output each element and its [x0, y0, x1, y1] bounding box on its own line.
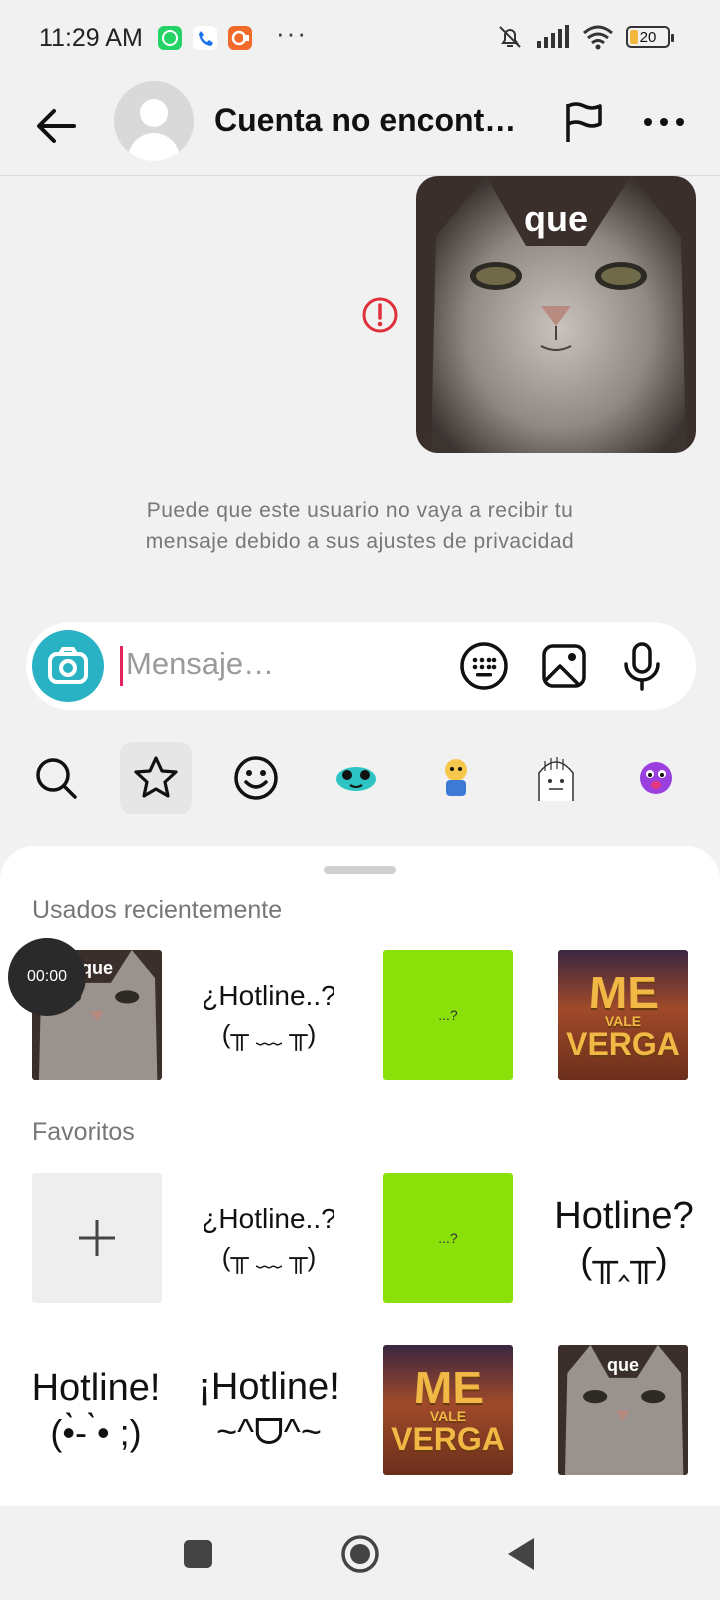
sticker-text-line1: Hotline! — [31, 1366, 161, 1409]
tab-sticker-pack-4[interactable] — [620, 742, 692, 814]
mute-bell-icon — [499, 26, 521, 48]
tab-sticker-pack-2[interactable] — [420, 742, 492, 814]
sticker-text-line2: (╥ ﹏ ╥) — [221, 1241, 317, 1272]
privacy-notice: Puede que este usuario no vaya a recibir… — [60, 495, 660, 557]
favorite-sticker-hotline-1[interactable]: ¿Hotline..? (╥ ﹏ ╥) — [204, 1173, 334, 1303]
recording-timer: 00:00 — [8, 938, 86, 1016]
back-arrow-icon[interactable] — [30, 100, 82, 152]
sticker-caption: que — [523, 198, 588, 239]
notice-line-1: Puede que este usuario no vaya a recibir… — [146, 499, 574, 522]
favorite-sticker-hotline-4[interactable]: ¡Hotline! ~^ᗜ^~ — [198, 1345, 340, 1475]
sticker-text-line1: ¡Hotline! — [198, 1366, 340, 1408]
recent-sticker-green[interactable]: ...? — [383, 950, 513, 1080]
sticker-text-line1: ¿Hotline..? — [204, 979, 334, 1011]
more-icon[interactable] — [640, 102, 688, 142]
chat-header: Cuenta no encont… — [0, 80, 720, 176]
sticker-text: ...? — [438, 1230, 458, 1246]
sticker-pack-4 — [640, 762, 672, 794]
keyboard-icon[interactable] — [458, 640, 510, 692]
sticker-sheet: Usados recientemente que ¿Hotline..? (╥ … — [0, 846, 720, 1506]
favorite-sticker-hotline-3[interactable]: Hotline! (•̀- ̀• ;) — [26, 1345, 166, 1475]
sticker-text-verga: VERGA — [391, 1421, 505, 1457]
chat-title[interactable]: Cuenta no encont… — [214, 102, 516, 139]
favorites-section-label: Favoritos — [32, 1118, 135, 1146]
recent-section-label: Usados recientemente — [32, 896, 283, 924]
sticker-tab-bar — [0, 742, 720, 822]
message-input[interactable]: Mensaje… — [126, 646, 274, 682]
camera-icon — [48, 647, 88, 684]
search-icon — [36, 758, 77, 799]
avatar[interactable] — [114, 81, 194, 161]
emoji-icon — [234, 756, 278, 800]
microphone-icon[interactable] — [616, 640, 668, 692]
camera-button[interactable] — [32, 630, 104, 702]
gallery-icon[interactable] — [538, 640, 590, 692]
signal-icon — [537, 25, 569, 48]
favorite-sticker-green[interactable]: ...? — [383, 1173, 513, 1303]
plus-icon — [79, 1220, 115, 1256]
tab-search[interactable] — [20, 742, 92, 814]
video-app-icon — [228, 26, 252, 50]
sticker-pack-1 — [336, 767, 376, 791]
message-composer: Mensaje… — [26, 622, 696, 710]
sticker-pack-3 — [538, 757, 574, 801]
battery-level: 20 — [639, 28, 657, 46]
tab-sticker-pack-3[interactable] — [520, 742, 592, 814]
system-nav-bar — [0, 1506, 720, 1600]
recent-sticker-hotline[interactable]: ¿Hotline..? (╥ ﹏ ╥) — [204, 950, 334, 1080]
tab-emoji[interactable] — [220, 742, 292, 814]
whatsapp-icon — [158, 26, 182, 50]
sticker-caption: que — [606, 1355, 639, 1375]
sticker-text-line1: Hotline? — [554, 1194, 694, 1237]
sticker-text-line1: ¿Hotline..? — [204, 1202, 334, 1234]
recent-sticker-me-vale-verga[interactable]: ME VALE VERGA — [558, 950, 688, 1080]
error-icon[interactable] — [360, 295, 400, 335]
star-icon — [134, 756, 178, 798]
sticker-text-line2: (╥ ﹏ ╥) — [221, 1018, 317, 1049]
recents-button[interactable] — [176, 1532, 220, 1576]
sticker-text-me: ME — [411, 1363, 485, 1414]
notice-line-2: mensaje debido a sus ajustes de privacid… — [145, 530, 575, 553]
add-favorite-button[interactable] — [32, 1173, 162, 1303]
sent-cat-sticker[interactable]: que — [416, 176, 696, 453]
more-notifications-icon: ··· — [276, 18, 308, 48]
home-button[interactable] — [338, 1532, 382, 1576]
sticker-pack-2 — [445, 759, 467, 796]
back-button[interactable] — [500, 1532, 544, 1576]
sticker-text-me: ME — [586, 968, 660, 1019]
sticker-text: ...? — [438, 1007, 458, 1023]
tab-favorites[interactable] — [120, 742, 192, 814]
tab-sticker-pack-1[interactable] — [320, 742, 392, 814]
wifi-icon — [583, 25, 613, 50]
status-bar: 11:29 AM ··· 20 — [0, 0, 720, 80]
sheet-drag-handle[interactable] — [324, 866, 396, 874]
sticker-text-line2: (•̀- ̀• ;) — [50, 1411, 142, 1453]
status-time: 11:29 AM — [39, 24, 143, 52]
favorite-sticker-me-vale-verga[interactable]: ME VALE VERGA — [383, 1345, 513, 1475]
sticker-text-line2: ~^ᗜ^~ — [216, 1411, 322, 1452]
favorite-sticker-cat[interactable]: que — [558, 1345, 688, 1475]
favorite-sticker-hotline-2[interactable]: Hotline? (╥‸╥) — [554, 1173, 694, 1303]
sticker-text-verga: VERGA — [566, 1026, 680, 1062]
battery-icon: 20 — [626, 26, 674, 48]
sticker-text-line2: (╥‸╥) — [580, 1239, 668, 1281]
phone-app-icon — [193, 26, 217, 50]
text-caret — [120, 646, 123, 686]
flag-icon[interactable] — [560, 98, 608, 146]
